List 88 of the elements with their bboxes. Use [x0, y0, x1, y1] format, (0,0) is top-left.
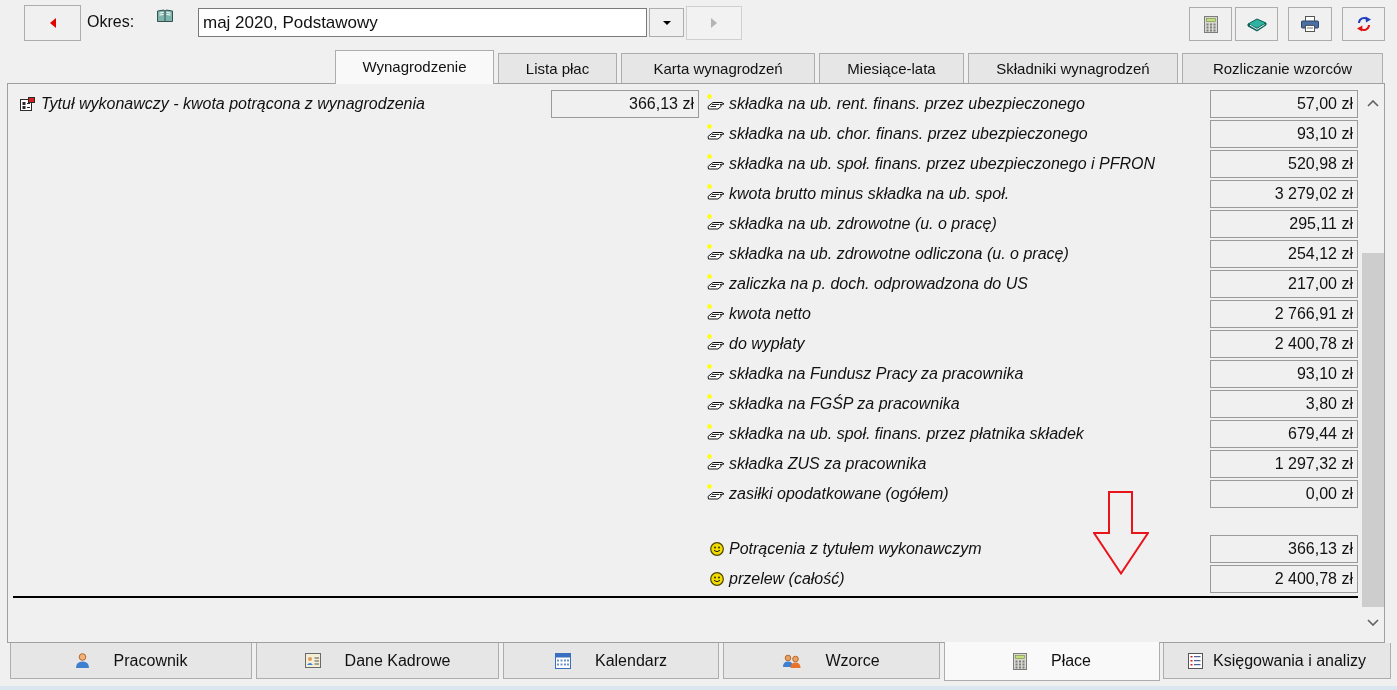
- hand-icon: [707, 454, 725, 470]
- component-label: składka na FGŚP za pracownika: [729, 395, 960, 413]
- id-card-icon: [304, 653, 321, 668]
- tab[interactable]: Miesiące-lata: [819, 53, 964, 83]
- back-button[interactable]: [24, 5, 81, 41]
- hand-icon: [707, 274, 725, 290]
- period-label: Okres:: [87, 12, 136, 32]
- component-label: kwota brutto minus składka na ub. społ.: [729, 185, 1010, 203]
- summary-label: Potrącenia z tytułem wykonawczym: [729, 540, 982, 558]
- person-icon: [74, 653, 90, 668]
- chevron-up-icon: [1367, 99, 1379, 107]
- component-label: składka na ub. społ. finans. przez płatnika składek: [729, 425, 1084, 443]
- right-arrow-icon: [711, 18, 717, 28]
- module-tab[interactable]: Płace: [944, 642, 1160, 681]
- hand-icon: [707, 124, 725, 140]
- amount-field: 520,98 zł: [1210, 150, 1358, 178]
- book-button[interactable]: [1235, 7, 1278, 41]
- document-icon: [20, 97, 35, 111]
- book-icon: [157, 9, 173, 22]
- hand-icon: [707, 364, 725, 380]
- smiley-icon: [710, 572, 724, 586]
- calculator-icon: [1013, 652, 1027, 670]
- component-label: do wypłaty: [729, 335, 805, 353]
- hand-icon: [707, 334, 725, 350]
- smiley-icon: [710, 542, 724, 556]
- printer-icon: [1301, 16, 1319, 32]
- module-tab[interactable]: Kalendarz: [503, 643, 719, 679]
- component-label: składka na ub. chor. finans. przez ubezpieczonego: [729, 125, 1088, 143]
- module-tab[interactable]: Księgowania i analizy: [1163, 643, 1391, 679]
- left-arrow-icon: [49, 18, 56, 28]
- period-field[interactable]: maj 2020, Podstawowy: [198, 8, 647, 37]
- amount-field: 57,00 zł: [1210, 90, 1358, 118]
- component-label: składka na ub. rent. finans. przez ubezpieczonego: [729, 95, 1085, 113]
- amount-field: 254,12 zł: [1210, 240, 1358, 268]
- dropdown-button[interactable]: [649, 8, 684, 37]
- hand-icon: [707, 184, 725, 200]
- amount-field: 679,44 zł: [1210, 420, 1358, 448]
- amount-field: 0,00 zł: [1210, 480, 1358, 508]
- hand-icon: [707, 484, 725, 500]
- amount-field: 217,00 zł: [1210, 270, 1358, 298]
- component-label: zaliczka na p. doch. odprowadzona do US: [729, 275, 1028, 293]
- tab[interactable]: Wynagrodzenie: [335, 50, 494, 84]
- hand-icon: [707, 244, 725, 260]
- amount-field: 366,13 zł: [551, 90, 699, 118]
- hand-icon: [707, 424, 725, 440]
- ledger-icon: [1188, 652, 1203, 669]
- hand-icon: [707, 304, 725, 320]
- scrollbar-thumb[interactable]: [1362, 253, 1384, 607]
- amount-field: 2 400,78 zł: [1210, 330, 1358, 358]
- refresh-button[interactable]: [1342, 7, 1385, 41]
- component-label: składka na ub. zdrowotne (u. o pracę): [729, 215, 997, 233]
- module-tab[interactable]: Dane Kadrowe: [256, 643, 499, 679]
- calculator-button[interactable]: [1189, 7, 1232, 41]
- module-tab[interactable]: Wzorce: [723, 643, 940, 679]
- print-button[interactable]: [1288, 7, 1332, 41]
- amount-field: 295,11 zł: [1210, 210, 1358, 238]
- tab[interactable]: Rozliczanie wzorców: [1182, 53, 1383, 83]
- amount-field: 93,10 zł: [1210, 360, 1358, 388]
- component-label: składka na ub. społ. finans. przez ubezpieczonego i PFRON: [729, 155, 1155, 173]
- module-tab[interactable]: Pracownik: [10, 643, 252, 679]
- component-label: składka ZUS za pracownika: [729, 455, 927, 473]
- amount-field: 2 400,78 zł: [1210, 565, 1358, 593]
- deduction-label: Tytuł wykonawczy - kwota potrącona z wynagrodzenia: [41, 95, 425, 113]
- chevron-down-icon: [1367, 618, 1379, 626]
- tab[interactable]: Lista płac: [498, 53, 617, 83]
- component-label: składka na Fundusz Pracy za pracownika: [729, 365, 1024, 383]
- hand-icon: [707, 154, 725, 170]
- amount-field: 93,10 zł: [1210, 120, 1358, 148]
- amount-field: 2 766,91 zł: [1210, 300, 1358, 328]
- component-label: składka na ub. zdrowotne odliczona (u. o pracę): [729, 245, 1069, 263]
- component-label: zasiłki opodatkowane (ogółem): [729, 485, 949, 503]
- people-icon: [783, 653, 802, 668]
- calendar-icon: [554, 652, 571, 669]
- book-icon: [1246, 16, 1267, 32]
- tab[interactable]: Karta wynagrodzeń: [621, 53, 815, 83]
- amount-field: 1 297,32 zł: [1210, 450, 1358, 478]
- calculator-icon: [1203, 15, 1218, 33]
- component-label: kwota netto: [729, 305, 811, 323]
- hand-icon: [707, 214, 725, 230]
- amount-field: 3 279,02 zł: [1210, 180, 1358, 208]
- summary-label: przelew (całość): [729, 570, 845, 588]
- amount-field: 3,80 zł: [1210, 390, 1358, 418]
- hand-icon: [707, 394, 725, 410]
- amount-field: 366,13 zł: [1210, 535, 1358, 563]
- hand-icon: [707, 94, 725, 110]
- caret-icon: [662, 20, 671, 25]
- refresh-icon: [1355, 16, 1372, 32]
- tab[interactable]: Składniki wynagrodzeń: [968, 53, 1178, 83]
